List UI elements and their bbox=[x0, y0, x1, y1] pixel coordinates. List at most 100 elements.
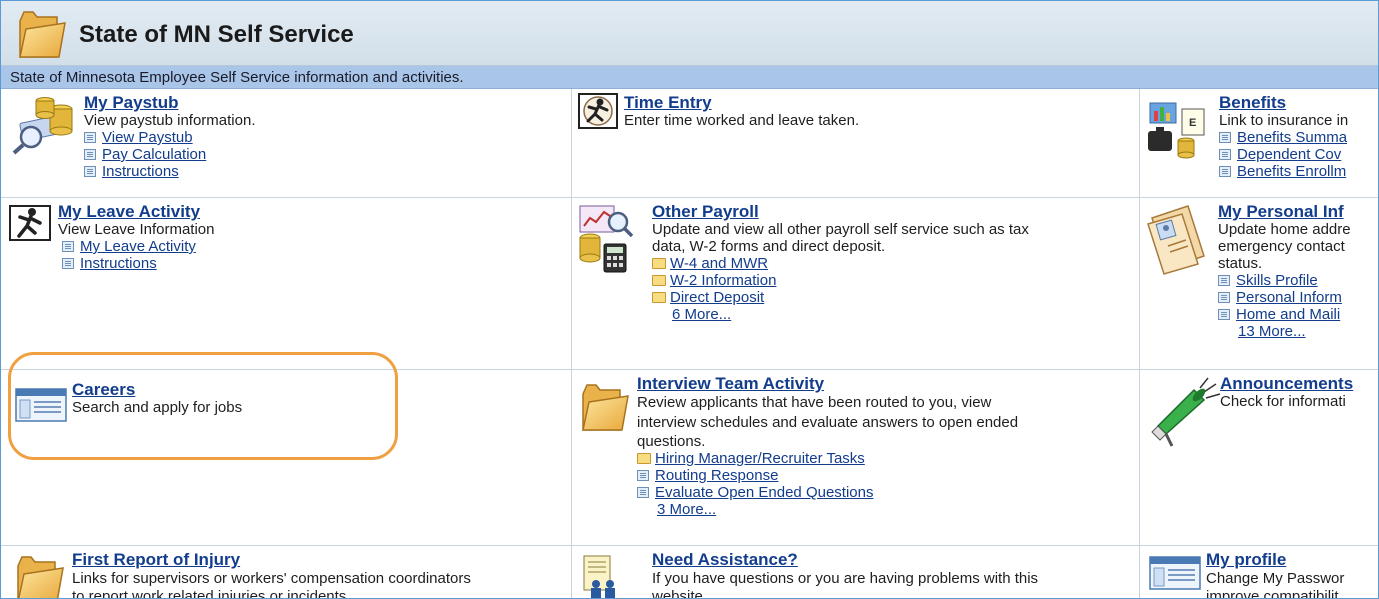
benefits-link[interactable]: Benefits bbox=[1219, 93, 1348, 112]
need-assistance-link[interactable]: Need Assistance? bbox=[652, 550, 1038, 569]
clock-runner-icon bbox=[578, 93, 618, 129]
benefits-icon: E bbox=[1148, 102, 1205, 159]
first-report-of-injury-link[interactable]: First Report of Injury bbox=[72, 550, 471, 569]
page-title: State of MN Self Service bbox=[79, 21, 354, 48]
w4-mwr-link[interactable]: W-4 and MWR bbox=[652, 255, 1029, 272]
tile-interview-team-activity: Interview Team Activity Review applicant… bbox=[572, 370, 1139, 545]
benefits-enrollment-link[interactable]: Benefits Enrollm bbox=[1219, 163, 1348, 180]
folder-icon bbox=[19, 11, 66, 58]
page-list-icon bbox=[62, 258, 74, 269]
other-payroll-description-line: data, W-2 forms and direct deposit. bbox=[652, 238, 886, 255]
browser-window-icon bbox=[1149, 556, 1201, 590]
page-list-icon bbox=[84, 166, 96, 177]
page-list-icon bbox=[1219, 132, 1231, 143]
routing-response-link[interactable]: Routing Response bbox=[637, 467, 1018, 484]
folder-icon bbox=[652, 292, 666, 303]
payroll-calculator-icon bbox=[579, 205, 634, 273]
my-paystub-description: View paystub information. bbox=[84, 112, 256, 129]
benefits-summary-link[interactable]: Benefits Summa bbox=[1219, 129, 1348, 146]
interview-description-line: questions. bbox=[637, 433, 706, 450]
paystub-icon bbox=[12, 97, 73, 155]
svg-text:E: E bbox=[1189, 117, 1196, 129]
direct-deposit-link[interactable]: Direct Deposit bbox=[652, 289, 1029, 306]
leave-activity-sublink[interactable]: My Leave Activity bbox=[62, 238, 214, 255]
my-leave-activity-description: View Leave Information bbox=[58, 221, 215, 238]
my-profile-link[interactable]: My profile bbox=[1206, 550, 1344, 569]
folder-icon bbox=[17, 556, 64, 598]
my-leave-activity-link[interactable]: My Leave Activity bbox=[58, 202, 214, 221]
page-list-icon bbox=[637, 470, 649, 481]
leave-instructions-link[interactable]: Instructions bbox=[62, 255, 214, 272]
personal-info-description-line: status. bbox=[1218, 255, 1263, 272]
other-payroll-description-line: Update and view all other payroll self s… bbox=[652, 221, 1029, 238]
time-entry-link[interactable]: Time Entry bbox=[624, 93, 859, 112]
profile-description-line: Change My Passwor bbox=[1206, 570, 1345, 587]
tile-benefits: E Benefits Link to insurance in Benefits… bbox=[1140, 89, 1378, 197]
tile-time-entry: Time Entry Enter time worked and leave t… bbox=[572, 89, 1139, 197]
page-list-icon bbox=[1218, 292, 1230, 303]
tile-grid: My Paystub View paystub information. Vie… bbox=[1, 89, 1378, 599]
page-subtitle: State of Minnesota Employee Self Service… bbox=[10, 69, 464, 86]
announcements-link[interactable]: Announcements bbox=[1220, 374, 1353, 393]
page-subtitle-bar: State of Minnesota Employee Self Service… bbox=[1, 66, 1378, 89]
tile-careers: Careers Search and apply for jobs bbox=[1, 370, 571, 545]
tile-my-leave-activity: My Leave Activity View Leave Information… bbox=[1, 198, 571, 369]
assistance-description-line: website. bbox=[652, 588, 708, 599]
personal-information-link[interactable]: Personal Inform bbox=[1218, 289, 1351, 306]
tile-announcements: Announcements Check for informati bbox=[1140, 370, 1378, 545]
skills-profile-link[interactable]: Skills Profile bbox=[1218, 272, 1351, 289]
self-service-page: State of MN Self Service State of Minnes… bbox=[0, 0, 1379, 599]
other-payroll-more-link[interactable]: 6 More... bbox=[672, 306, 1029, 323]
folder-icon bbox=[652, 275, 666, 286]
page-list-icon bbox=[1218, 309, 1230, 320]
my-paystub-link[interactable]: My Paystub bbox=[84, 93, 255, 112]
interview-team-activity-link[interactable]: Interview Team Activity bbox=[637, 374, 1018, 393]
folder-icon bbox=[652, 258, 666, 269]
tile-my-personal-info: My Personal Inf Update home addre emerge… bbox=[1140, 198, 1378, 369]
personal-info-description-line: Update home addre bbox=[1218, 221, 1351, 238]
dependent-coverage-link[interactable]: Dependent Cov bbox=[1219, 146, 1348, 163]
tile-other-payroll: Other Payroll Update and view all other … bbox=[572, 198, 1139, 369]
page-list-icon bbox=[84, 149, 96, 160]
megaphone-icon bbox=[1151, 377, 1221, 447]
folder-icon bbox=[637, 453, 651, 464]
w2-information-link[interactable]: W-2 Information bbox=[652, 272, 1029, 289]
other-payroll-link[interactable]: Other Payroll bbox=[652, 202, 1029, 221]
interview-description-line: interview schedules and evaluate answers… bbox=[637, 414, 1019, 431]
hiring-manager-tasks-link[interactable]: Hiring Manager/Recruiter Tasks bbox=[637, 450, 1018, 467]
page-list-icon bbox=[1219, 166, 1231, 177]
view-paystub-link[interactable]: View Paystub bbox=[84, 129, 255, 146]
paystub-instructions-link[interactable]: Instructions bbox=[84, 163, 255, 180]
tile-my-paystub: My Paystub View paystub information. Vie… bbox=[1, 89, 571, 197]
time-entry-description: Enter time worked and leave taken. bbox=[624, 112, 860, 129]
my-personal-info-link[interactable]: My Personal Inf bbox=[1218, 202, 1351, 221]
personal-info-description-line: emergency contact bbox=[1218, 238, 1345, 255]
page-list-icon bbox=[62, 241, 74, 252]
browser-window-icon bbox=[15, 388, 67, 422]
injury-description-line: to report work related injuries or incid… bbox=[72, 588, 351, 599]
tile-need-assistance: Need Assistance? If you have questions o… bbox=[572, 546, 1139, 599]
careers-description: Search and apply for jobs bbox=[72, 399, 243, 416]
page-list-icon bbox=[84, 132, 96, 143]
careers-link[interactable]: Careers bbox=[72, 380, 242, 399]
assistance-description-line: If you have questions or you are having … bbox=[652, 570, 1039, 587]
pay-calculation-link[interactable]: Pay Calculation bbox=[84, 146, 255, 163]
tile-first-report-of-injury: First Report of Injury Links for supervi… bbox=[1, 546, 571, 599]
folder-icon bbox=[582, 384, 629, 431]
interview-description-line: Review applicants that have been routed … bbox=[637, 394, 992, 411]
personal-info-more-link[interactable]: 13 More... bbox=[1238, 323, 1351, 340]
page-list-icon bbox=[1219, 149, 1231, 160]
injury-description-line: Links for supervisors or workers' compen… bbox=[72, 570, 471, 587]
running-person-icon bbox=[9, 205, 51, 241]
profile-description-line: improve compatibilit bbox=[1206, 588, 1339, 599]
home-mailing-address-link[interactable]: Home and Maili bbox=[1218, 306, 1351, 323]
page-header: State of MN Self Service bbox=[1, 1, 1378, 66]
evaluate-questions-link[interactable]: Evaluate Open Ended Questions bbox=[637, 484, 1018, 501]
announcements-description: Check for informati bbox=[1220, 393, 1346, 410]
benefits-description: Link to insurance in bbox=[1219, 112, 1349, 129]
page-list-icon bbox=[637, 487, 649, 498]
tile-my-profile: My profile Change My Passwor improve com… bbox=[1140, 546, 1378, 599]
interview-more-link[interactable]: 3 More... bbox=[657, 501, 1018, 518]
help-people-icon bbox=[583, 555, 615, 598]
page-list-icon bbox=[1218, 275, 1230, 286]
